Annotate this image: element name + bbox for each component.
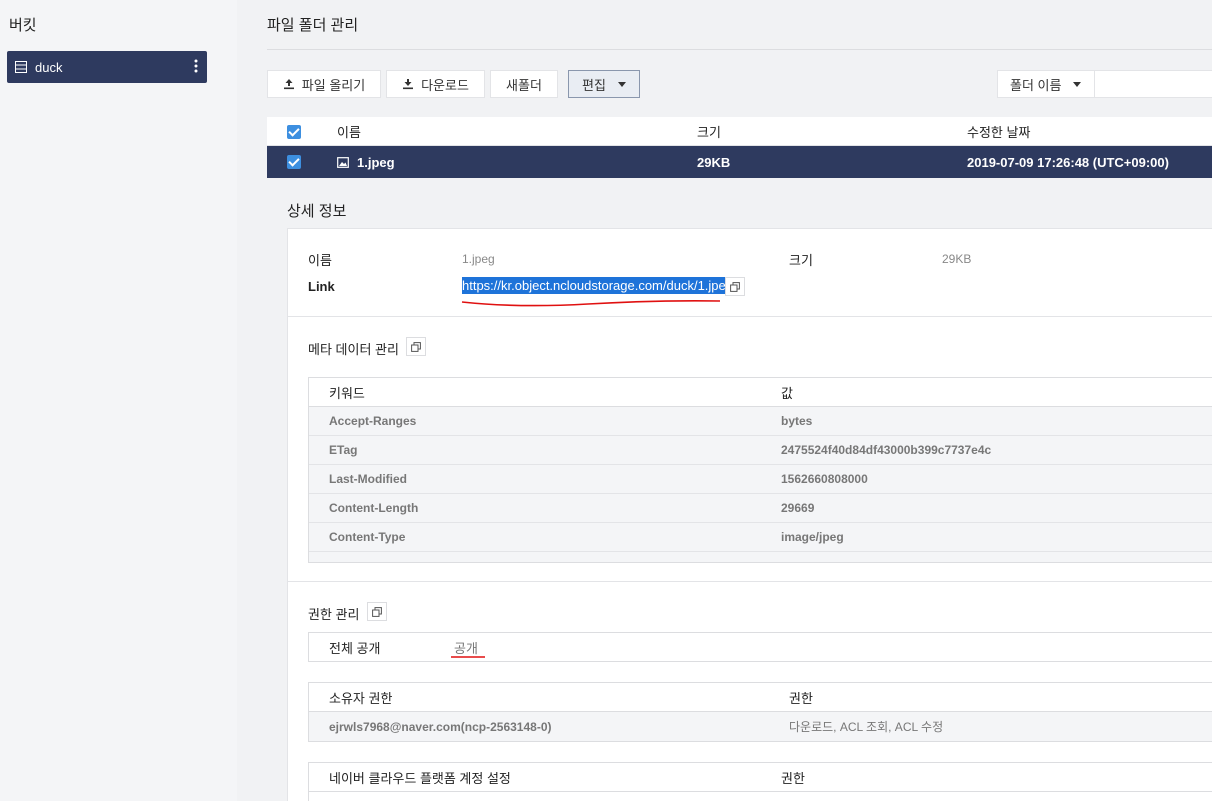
- meta-table-header: 키워드 값: [309, 378, 1212, 407]
- section-divider: [288, 581, 1212, 582]
- detail-title: 상세 정보: [287, 203, 347, 220]
- ncp-account-header: 네이버 클라우드 플랫폼 계정 설정: [329, 770, 511, 786]
- header-size[interactable]: 크기: [697, 117, 721, 145]
- meta-row[interactable]: Content-Length 29669: [309, 494, 1212, 523]
- public-access-box: 전체 공개 공개: [308, 632, 1212, 662]
- red-underline-annotation: [451, 656, 485, 658]
- detail-link[interactable]: https://kr.object.ncloudstorage.com/duck…: [462, 277, 733, 294]
- file-table: 이름 크기 수정한 날짜 1.jpeg 29KB 2019-07-09 17:2…: [267, 117, 1212, 178]
- detail-name-value: 1.jpeg: [462, 252, 495, 266]
- owner-account: ejrwls7968@naver.com(ncp-2563148-0): [329, 719, 552, 734]
- meta-popup-button[interactable]: [406, 337, 426, 356]
- bucket-item-duck[interactable]: duck: [7, 51, 207, 83]
- detail-name-label: 이름: [308, 253, 332, 268]
- public-access-label: 전체 공개: [329, 640, 381, 656]
- meta-key: ETag: [329, 443, 358, 457]
- file-size: 29KB: [697, 154, 731, 170]
- owner-perm-header: 권한: [789, 690, 813, 706]
- permissions-popup-button[interactable]: [367, 602, 387, 621]
- detail-link-value[interactable]: https://kr.object.ncloudstorage.com/duck…: [462, 277, 733, 294]
- more-options-icon[interactable]: [185, 59, 207, 76]
- file-table-header: 이름 크기 수정한 날짜: [267, 117, 1212, 146]
- meta-key: Last-Modified: [329, 472, 407, 486]
- sort-select-value: 폴더 이름: [1010, 77, 1062, 93]
- meta-value: 2475524f40d84df43000b399c7737e4c: [781, 443, 992, 457]
- popup-icon: [372, 606, 382, 617]
- image-file-icon: [337, 156, 349, 168]
- file-name-cell[interactable]: 1.jpeg: [337, 146, 395, 178]
- permissions-title: 권한 관리: [308, 607, 360, 622]
- storage-icon: [15, 61, 27, 73]
- file-row[interactable]: 1.jpeg 29KB 2019-07-09 17:26:48 (UTC+09:…: [267, 146, 1212, 178]
- edit-dropdown-button[interactable]: 편집: [568, 70, 640, 98]
- sort-select[interactable]: 폴더 이름: [997, 70, 1095, 98]
- edit-label: 편집: [582, 77, 606, 93]
- header-modified[interactable]: 수정한 날짜: [967, 117, 1030, 145]
- download-icon: [403, 79, 414, 90]
- owner-permission-table: 소유자 권한 권한 ejrwls7968@naver.com(ncp-25631…: [308, 682, 1212, 742]
- popup-icon: [411, 341, 421, 352]
- detail-link-label: Link: [308, 279, 335, 294]
- meta-value: 1562660808000: [781, 472, 868, 486]
- toolbar: 파일 올리기 다운로드 새폴더 편집 폴더 이름: [267, 70, 1212, 98]
- bucket-label: duck: [35, 59, 63, 75]
- file-name: 1.jpeg: [357, 154, 395, 170]
- copy-icon: [730, 281, 740, 292]
- detail-panel: 이름 1.jpeg 크기 29KB Link https://kr.object…: [287, 228, 1212, 801]
- section-divider: [288, 316, 1212, 317]
- file-modified: 2019-07-09 17:26:48 (UTC+09:00): [967, 154, 1169, 170]
- detail-size-value: 29KB: [942, 252, 972, 266]
- ncp-perm-header: 권한: [781, 770, 805, 786]
- owner-perms: 다운로드, ACL 조회, ACL 수정: [789, 720, 944, 734]
- meta-key: Content-Length: [329, 501, 419, 515]
- caret-down-icon: [1073, 81, 1082, 87]
- caret-down-icon: [617, 81, 626, 87]
- meta-title: 메타 데이터 관리: [308, 342, 399, 357]
- upload-icon: [283, 79, 294, 90]
- meta-row[interactable]: ETag 2475524f40d84df43000b399c7737e4c: [309, 436, 1212, 465]
- meta-row[interactable]: Content-Type image/jpeg: [309, 523, 1212, 552]
- meta-value: image/jpeg: [781, 530, 844, 544]
- owner-row[interactable]: ejrwls7968@naver.com(ncp-2563148-0) 다운로드…: [309, 712, 1212, 741]
- header-name[interactable]: 이름: [337, 117, 361, 145]
- copy-link-button[interactable]: [725, 277, 745, 296]
- ncp-table-header: 네이버 클라우드 플랫폼 계정 설정 권한: [309, 763, 1212, 792]
- upload-label: 파일 올리기: [301, 77, 366, 93]
- row-checkbox[interactable]: [287, 155, 301, 169]
- meta-value: 29669: [781, 501, 815, 515]
- ncp-permission-table: 네이버 클라우드 플랫폼 계정 설정 권한: [308, 762, 1212, 801]
- meta-value: bytes: [781, 414, 813, 428]
- meta-header-key: 키워드: [329, 385, 365, 401]
- red-underline-annotation: [461, 300, 721, 307]
- search-input[interactable]: [1094, 70, 1212, 98]
- title-divider: [267, 49, 1212, 50]
- download-button[interactable]: 다운로드: [386, 70, 485, 98]
- owner-header: 소유자 권한: [329, 690, 393, 706]
- sidebar: 버킷 duck: [0, 0, 237, 801]
- meta-key: Accept-Ranges: [329, 414, 417, 428]
- meta-row[interactable]: Last-Modified 1562660808000: [309, 465, 1212, 494]
- meta-table: 키워드 값 Accept-Ranges bytes ETag 2475524f4…: [308, 377, 1212, 563]
- sidebar-title: 버킷: [9, 17, 37, 34]
- main-content: 파일 폴더 관리 파일 올리기 다운로드 새폴더 편집 폴더 이름 이름 크기 …: [237, 0, 1212, 801]
- page-title: 파일 폴더 관리: [267, 17, 359, 34]
- owner-table-header: 소유자 권한 권한: [309, 683, 1212, 712]
- upload-button[interactable]: 파일 올리기: [267, 70, 381, 98]
- new-folder-label: 새폴더: [506, 77, 542, 93]
- detail-size-label: 크기: [789, 253, 813, 268]
- select-all-checkbox[interactable]: [287, 125, 301, 139]
- meta-key: Content-Type: [329, 530, 406, 544]
- meta-row[interactable]: Accept-Ranges bytes: [309, 407, 1212, 436]
- download-label: 다운로드: [421, 77, 469, 93]
- meta-row-empty: [309, 552, 1212, 562]
- new-folder-button[interactable]: 새폴더: [490, 70, 558, 98]
- meta-header-value: 값: [781, 385, 793, 401]
